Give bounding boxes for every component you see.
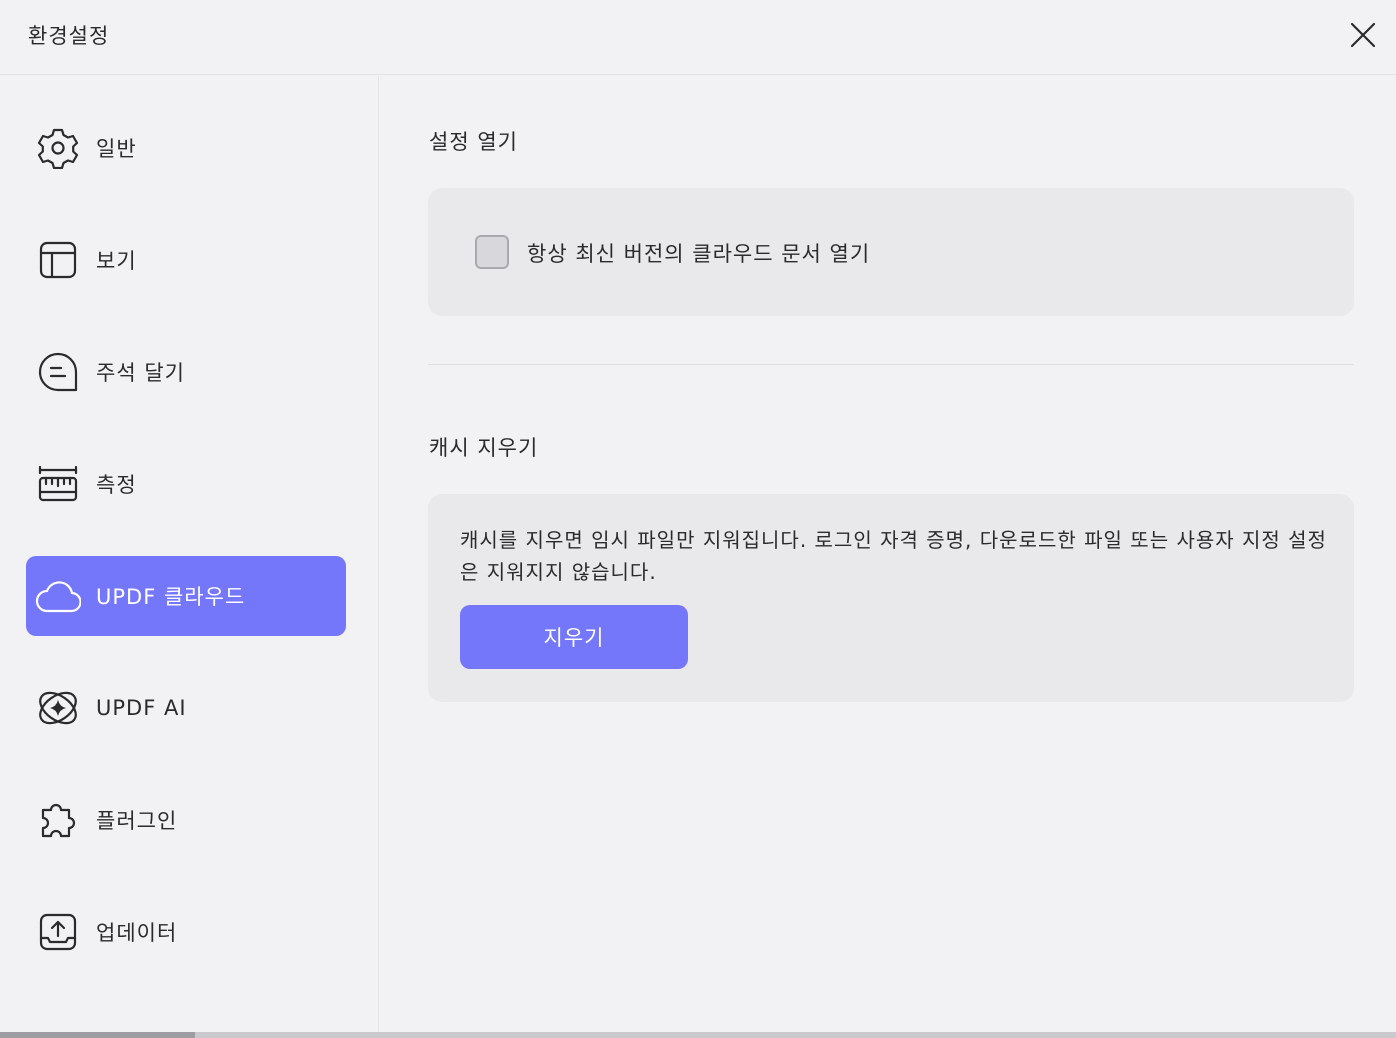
upload-icon [34,908,82,956]
window-bottom-edge [0,1032,1396,1038]
comment-icon [34,348,82,396]
sidebar: 일반 보기 주석 달기 측정 UPDF 클라우드 UPDF AI 플러그인 업데… [0,76,379,1032]
window-title: 환경설정 [28,24,110,48]
sidebar-item-label: UPDF 클라우드 [96,585,246,609]
layout-icon [34,236,82,284]
sidebar-item-view[interactable]: 보기 [26,220,346,300]
clear-cache-button[interactable]: 지우기 [460,605,688,669]
ai-sparkle-icon [34,684,82,732]
open-settings-card: 항상 최신 버전의 클라우드 문서 열기 [428,188,1354,316]
sidebar-item-label: 플러그인 [96,809,178,833]
preferences-window: 환경설정 일반 보기 주석 달기 측정 UPDF 클라우드 UPDF AI 플러… [0,0,1396,1038]
sidebar-item-ai[interactable]: UPDF AI [26,668,346,748]
divider [428,364,1354,365]
sidebar-item-plugin[interactable]: 플러그인 [26,780,346,860]
title-bar: 환경설정 [0,0,1396,75]
sidebar-item-comment[interactable]: 주석 달기 [26,332,346,412]
clear-cache-card: 캐시를 지우면 임시 파일만 지워집니다. 로그인 자격 증명, 다운로드한 파… [428,494,1354,702]
checkbox-label[interactable]: 항상 최신 버전의 클라우드 문서 열기 [527,238,870,268]
sidebar-item-cloud[interactable]: UPDF 클라우드 [26,556,346,636]
close-icon [1350,22,1376,48]
sidebar-item-label: 보기 [96,249,137,273]
close-button[interactable] [1344,16,1382,54]
gear-icon [34,124,82,172]
section-title-open-settings: 설정 열기 [429,130,518,154]
main-content: 설정 열기 항상 최신 버전의 클라우드 문서 열기 캐시 지우기 캐시를 지우… [380,76,1396,1032]
sidebar-item-updater[interactable]: 업데이터 [26,892,346,972]
bottom-edge-segment [0,1032,195,1038]
cache-description: 캐시를 지우면 임시 파일만 지워집니다. 로그인 자격 증명, 다운로드한 파… [460,528,1327,584]
sidebar-item-label: 일반 [96,137,137,161]
sidebar-item-general[interactable]: 일반 [26,108,346,188]
sidebar-item-label: 업데이터 [96,921,178,945]
sidebar-item-label: 측정 [96,473,137,497]
puzzle-icon [34,796,82,844]
sidebar-item-measure[interactable]: 측정 [26,444,346,524]
section-title-clear-cache: 캐시 지우기 [429,436,539,460]
sidebar-item-label: UPDF AI [96,696,187,720]
ruler-icon [34,460,82,508]
latest-version-checkbox[interactable] [475,235,509,269]
sidebar-item-label: 주석 달기 [96,361,185,385]
cloud-icon [34,572,82,620]
